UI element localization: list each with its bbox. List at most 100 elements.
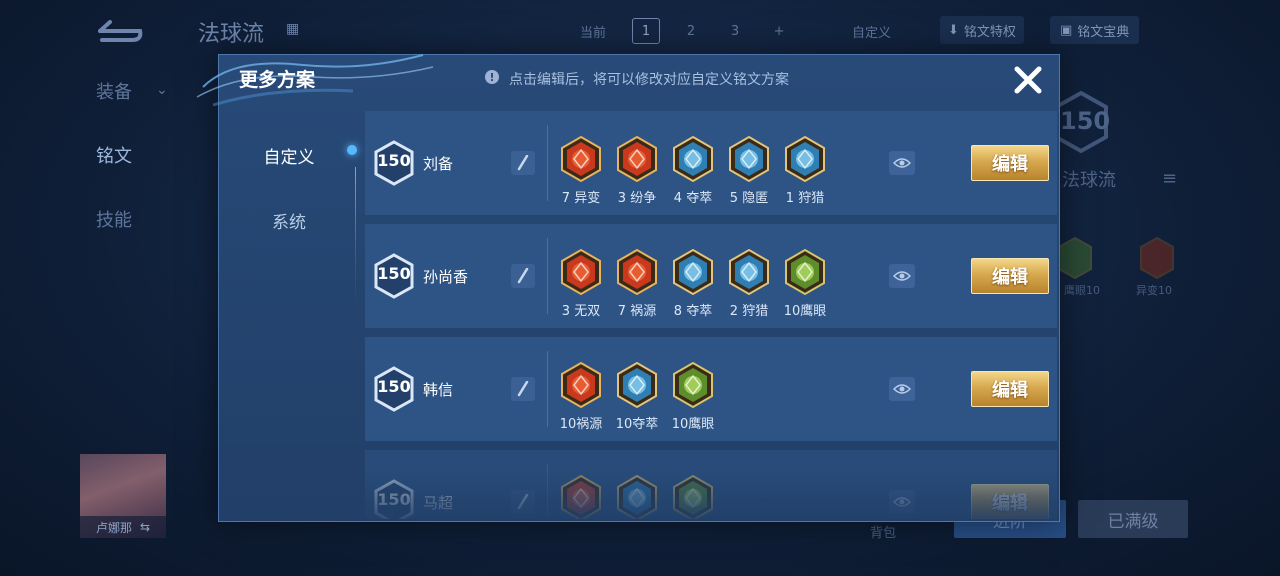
rune-count-label: 10鹰眼 [783, 304, 827, 319]
rune-count-label: 3 无双 [561, 304, 601, 319]
plan-list[interactable]: 150 刘备 7 异变 3 纷争 4 夺萃 5 隐匿 1 狩猎 编辑 150 孙… [365, 111, 1057, 519]
rename-button[interactable] [511, 490, 535, 514]
hunt-rune-icon [785, 135, 825, 183]
mutation-rune-icon [561, 135, 601, 183]
privilege-icon: ⬇ [948, 22, 959, 38]
page-tab-3[interactable]: 3 [722, 19, 748, 43]
calamity-rune-icon [561, 361, 601, 409]
row-divider [547, 351, 548, 427]
plunder-rune-icon [617, 361, 657, 409]
preview-button[interactable] [889, 264, 915, 288]
tab-divider [355, 167, 356, 303]
hunt-rune-icon [729, 248, 769, 296]
plunder-rune-icon [673, 135, 713, 183]
plan-hero-name: 孙尚香 [423, 268, 469, 286]
tab-custom[interactable]: 自定义 [219, 143, 359, 168]
level-value: 150 [377, 151, 411, 170]
pen-icon [517, 268, 529, 284]
background-rune-label-1: 鹰眼10 [1064, 284, 1100, 297]
rename-button[interactable] [511, 377, 535, 401]
page-tab-2[interactable]: 2 [678, 19, 704, 43]
row-divider [547, 125, 548, 201]
rune-count-label: 1 狩猎 [785, 191, 825, 206]
rune-count-label: 5 隐匿 [729, 191, 769, 206]
rune-privilege-button[interactable]: ⬇ 铭文特权 [940, 16, 1024, 44]
background-page-tabs: 当前 1 2 3 + [580, 18, 792, 44]
header-swirl-decoration [196, 54, 434, 107]
rune-codex-button[interactable]: ▣ 铭文宝典 [1050, 16, 1140, 44]
eye-icon [893, 271, 911, 281]
hunt-rune-icon [617, 474, 657, 519]
hawkeye-rune-icon [1058, 236, 1092, 280]
level-value: 150 [377, 490, 411, 509]
plan-row[interactable]: 150 马超 编辑 [365, 450, 1057, 519]
back-arrow-icon[interactable] [92, 18, 144, 44]
rune-count-label: 10夺萃 [615, 417, 659, 432]
strife-rune-icon [617, 135, 657, 183]
plan-row[interactable]: 150 刘备 7 异变 3 纷争 4 夺萃 5 隐匿 1 狩猎 编辑 [365, 111, 1057, 215]
background-plan-name: 法球流 [1062, 170, 1116, 191]
plan-hero-name: 马超 [423, 494, 454, 512]
row-divider [547, 464, 548, 519]
preview-button[interactable] [889, 490, 915, 514]
pen-icon [517, 381, 529, 397]
row-divider [547, 238, 548, 314]
plan-row[interactable]: 150 韩信 10祸源 10夺萃 10鹰眼 编辑 [365, 337, 1057, 441]
active-tab-indicator [347, 145, 357, 155]
hawkeye-rune-icon [673, 361, 713, 409]
eye-icon [893, 497, 911, 507]
info-icon: ! [485, 70, 499, 84]
pen-icon [517, 155, 529, 171]
hero-name-bar[interactable]: 卢娜那 ⇆ [80, 516, 166, 538]
add-page-button[interactable]: + [766, 19, 792, 43]
sidebar-item-skills[interactable]: 技能 [96, 206, 132, 232]
grid-icon[interactable]: ▦ [286, 22, 300, 36]
edit-button[interactable]: 编辑 [971, 145, 1049, 181]
eye-icon [893, 158, 911, 168]
edit-button[interactable]: 编辑 [971, 258, 1049, 294]
pen-icon [517, 494, 529, 510]
more-plans-dialog: 更多方案 ! 点击编辑后，将可以修改对应自定义铭文方案 自定义 系统 150 刘… [196, 54, 1060, 522]
preview-button[interactable] [889, 151, 915, 175]
dialog-header: 更多方案 ! 点击编辑后，将可以修改对应自定义铭文方案 [196, 54, 1059, 107]
sidebar-item-runes[interactable]: 铭文 [96, 142, 132, 168]
plan-row[interactable]: 150 孙尚香 3 无双 7 祸源 8 夺萃 2 狩猎 10鹰眼 编辑 [365, 224, 1057, 328]
rune-count-label: 4 夺萃 [673, 191, 713, 206]
edit-button[interactable]: 编辑 [971, 484, 1049, 519]
calamity-rune-icon [617, 248, 657, 296]
rune-count-label: 2 狩猎 [729, 304, 769, 319]
rune-count-label: 7 祸源 [617, 304, 657, 319]
max-level-button[interactable]: 已满级 [1078, 500, 1188, 538]
tab-system[interactable]: 系统 [219, 208, 359, 233]
bag-label[interactable]: 背包 [870, 522, 896, 541]
mutation-rune-icon [561, 474, 601, 519]
stealth-rune-icon [729, 135, 769, 183]
background-plan-title: 法球流 [198, 22, 265, 47]
sidebar-item-equipment[interactable]: 装备 [96, 78, 132, 104]
list-icon[interactable]: ≡ [1162, 168, 1177, 189]
level-value: 150 [377, 377, 411, 396]
preview-button[interactable] [889, 377, 915, 401]
rune-count-label: 8 夺萃 [673, 304, 713, 319]
page-tab-1[interactable]: 1 [632, 18, 661, 44]
hawkeye-rune-icon [673, 474, 713, 519]
hero-name: 卢娜那 [95, 520, 132, 535]
plan-hero-name: 刘备 [423, 155, 454, 173]
close-icon[interactable] [1011, 63, 1045, 97]
edit-button[interactable]: 编辑 [971, 371, 1049, 407]
plunder-rune-icon [673, 248, 713, 296]
book-icon: ▣ [1060, 22, 1073, 38]
rename-button[interactable] [511, 264, 535, 288]
dialog-tip: 点击编辑后，将可以修改对应自定义铭文方案 [509, 72, 789, 88]
rune-count-label: 7 异变 [561, 191, 601, 206]
peerless-rune-icon [561, 248, 601, 296]
background-rune-label-2: 异变10 [1136, 284, 1172, 297]
eye-icon [893, 384, 911, 394]
rename-button[interactable] [511, 151, 535, 175]
background-custom-button[interactable]: 自定义 [852, 22, 891, 41]
mutation-rune-icon [1140, 236, 1174, 280]
plan-category-tabs: 自定义 系统 [219, 111, 359, 511]
current-label: 当前 [580, 25, 607, 41]
rune-codex-label: 铭文宝典 [1077, 24, 1130, 40]
background-level-value: 150 [1060, 107, 1111, 135]
